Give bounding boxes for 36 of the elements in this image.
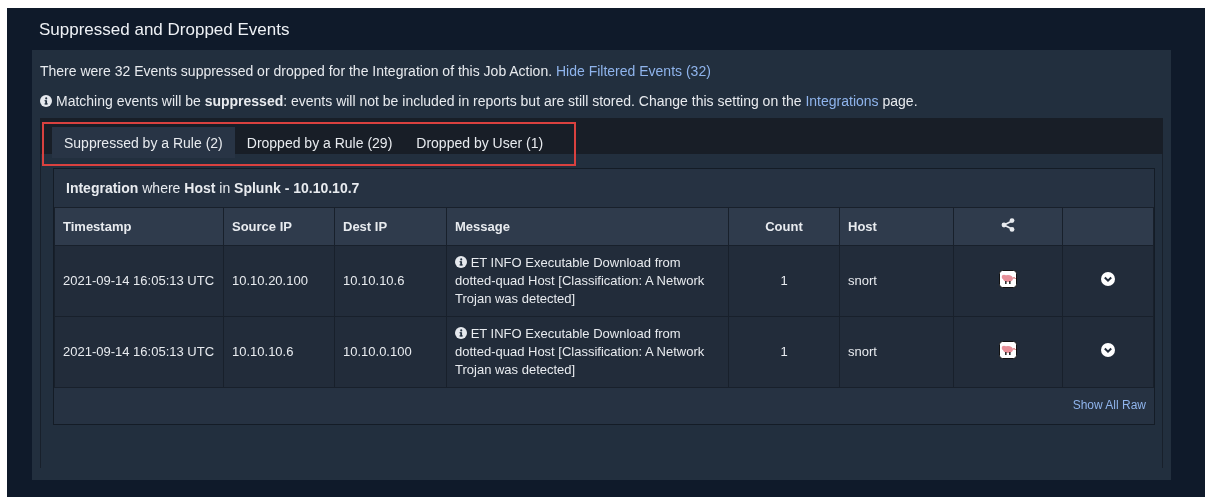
info-icon [40, 95, 52, 107]
tab[interactable]: Suppressed by a Rule (2) [52, 127, 235, 158]
panel-title: Suppressed and Dropped Events [38, 19, 290, 41]
column-header: Count [765, 219, 803, 234]
chevron-down-icon[interactable] [1101, 271, 1115, 286]
table-cell: 2021-09-14 16:05:13 UTC [63, 344, 215, 359]
share-icon[interactable] [1001, 218, 1015, 232]
table-cell: 2021-09-14 16:05:13 UTC [63, 273, 215, 288]
notice-text: Matching events will be suppressed: events will not be included in reports but are still stored. Change this setting on the Integrations page. [56, 93, 918, 109]
table-cell: 10.10.10.6 [232, 344, 294, 359]
table-cell: 10.10.10.6 [343, 273, 405, 288]
column-header: Dest IP [343, 219, 388, 234]
pig-icon [999, 269, 1017, 288]
column-header: Message [455, 219, 510, 234]
column-header: Host [848, 219, 877, 234]
column-header: Source IP [232, 219, 292, 234]
table-cell: 10.10.0.100 [343, 344, 412, 359]
chevron-down-icon[interactable] [1101, 342, 1115, 357]
table-caption: Integration where Host in Splunk - 10.10.10.7 [65, 179, 361, 198]
table-cell: 1 [780, 273, 788, 288]
hide-filtered-link[interactable]: Hide Filtered Events (32) [556, 63, 711, 79]
table-cell: snort [848, 344, 877, 359]
table-cell: 10.10.20.100 [232, 273, 308, 288]
integrations-link[interactable]: Integrations [805, 93, 879, 109]
summary-text: There were 32 Events suppressed or dropped for the Integration of this Job Action. Hide Filtered Events (32) [40, 63, 712, 79]
table-cell-text: ET INFO Executable Download from dotted-quad Host [Classification: A Network Trojan was detected] [455, 325, 706, 379]
tab[interactable]: Dropped by User (1) [404, 127, 556, 158]
table-cell: snort [848, 273, 877, 288]
pig-icon [999, 340, 1017, 359]
info-icon [455, 256, 467, 268]
column-header: Timestamp [63, 219, 132, 234]
table-cell-text: ET INFO Executable Download from dotted-quad Host [Classification: A Network Trojan was detected] [455, 254, 706, 308]
info-icon [455, 327, 467, 339]
tab[interactable]: Dropped by a Rule (29) [234, 127, 405, 158]
table-cell: 1 [780, 344, 788, 359]
show-all-raw-link[interactable]: Show All Raw [1072, 398, 1146, 416]
